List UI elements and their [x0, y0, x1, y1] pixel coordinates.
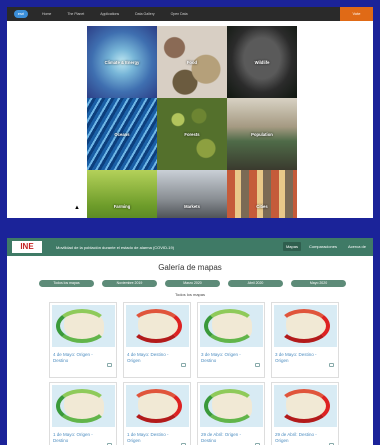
tile-climate-energy[interactable]: Climate & Energy	[87, 26, 157, 98]
map-thumbnail	[52, 305, 115, 347]
flow-arcs-green	[204, 389, 256, 423]
card-label[interactable]: 1 de Mayo: Destino - Origen	[127, 432, 173, 444]
flow-arcs-red	[130, 309, 182, 343]
nav-open-data[interactable]: Open Data	[171, 12, 188, 16]
card-label[interactable]: 4 de Mayo: Destino - Origen	[127, 352, 173, 364]
card-label[interactable]: 3 de Mayo: Origen - Destino	[201, 352, 247, 364]
filter-mayo-2020[interactable]: Mayo 2020	[291, 280, 346, 287]
nav-comparaciones[interactable]: Comparaciones	[306, 242, 340, 251]
tile-label: Wildlife	[254, 59, 270, 65]
gallery-subheading: Todos los mapas	[174, 292, 205, 297]
card-label[interactable]: 1 de Mayo: Origen - Destino	[53, 432, 99, 444]
map-card[interactable]: 29 de Abril: Destino - Origen	[271, 382, 339, 445]
ine-page-screenshot: INE Movilidad de la población durante el…	[7, 238, 373, 445]
nav-applications[interactable]: Applications	[100, 12, 119, 16]
tile-farming[interactable]: Farming	[87, 170, 157, 218]
map-thumbnail	[52, 385, 115, 427]
filter-noviembre-2019[interactable]: Noviembre 2019	[102, 280, 157, 287]
card-label[interactable]: 29 de Abril: Origen - Destino	[201, 432, 247, 444]
tile-label: Forests	[184, 131, 200, 137]
esri-logo[interactable]: esri	[14, 10, 28, 18]
map-card[interactable]: 4 de Mayo: Destino - Origen	[123, 302, 191, 378]
ine-nav: Mapas Comparaciones Acerca de	[282, 242, 369, 251]
map-card[interactable]: 1 de Mayo: Destino - Origen	[123, 382, 191, 445]
ine-header-bar: INE Movilidad de la población durante el…	[7, 238, 373, 256]
flow-arcs-red	[130, 389, 182, 423]
tile-label: Cities	[256, 203, 268, 209]
mouse-cursor-icon: ▲	[74, 205, 80, 211]
topic-tile-grid: Climate & Energy Food Wildlife Oceans Fo…	[87, 26, 297, 218]
tile-cities[interactable]: Cities	[227, 170, 297, 218]
tile-label: Markets	[184, 203, 200, 209]
map-card[interactable]: 3 de Mayo: Destino - Origen	[271, 302, 339, 378]
filter-todos[interactable]: Todos los mapas	[39, 280, 94, 287]
filter-marzo-2020[interactable]: Marzo 2020	[165, 280, 220, 287]
card-label[interactable]: 4 de Mayo: Origen - Destino	[53, 352, 99, 364]
map-card[interactable]: 29 de Abril: Origen - Destino	[197, 382, 265, 445]
map-card[interactable]: 4 de Mayo: Origen - Destino	[49, 302, 117, 378]
gallery-title: Galería de mapas	[158, 263, 222, 272]
map-thumbnail	[200, 385, 263, 427]
nav-home[interactable]: Home	[42, 12, 51, 16]
esri-header-bar: esri Home The Planet Applications Data G…	[7, 7, 373, 21]
ine-logo[interactable]: INE	[12, 241, 42, 253]
calendar-icon	[107, 363, 112, 367]
map-card[interactable]: 1 de Mayo: Origen - Destino	[49, 382, 117, 445]
nav-acerca-de[interactable]: Acerca de	[345, 242, 369, 251]
map-thumbnail	[274, 385, 337, 427]
tile-label: Farming	[113, 203, 131, 209]
map-card[interactable]: 3 de Mayo: Origen - Destino	[197, 302, 265, 378]
flow-arcs-green	[204, 309, 256, 343]
nav-mapas[interactable]: Mapas	[282, 242, 301, 251]
filter-bar: Todos los mapas Noviembre 2019 Marzo 202…	[39, 280, 346, 287]
nav-the-planet[interactable]: The Planet	[67, 12, 84, 16]
tile-wildlife[interactable]: Wildlife	[227, 26, 297, 98]
map-thumbnail	[274, 305, 337, 347]
flow-arcs-red	[278, 389, 330, 423]
calendar-icon	[329, 363, 334, 367]
tile-label: Food	[186, 59, 198, 65]
tile-population[interactable]: Population	[227, 98, 297, 170]
filter-abril-2020[interactable]: Abril 2020	[228, 280, 283, 287]
flow-arcs-green	[56, 389, 108, 423]
tile-label: Oceans	[114, 131, 130, 137]
nav-data-gallery[interactable]: Data Gallery	[135, 12, 154, 16]
esri-page-screenshot: esri Home The Planet Applications Data G…	[7, 7, 373, 218]
tile-label: Climate & Energy	[104, 59, 140, 65]
map-thumbnail	[126, 385, 189, 427]
tile-label: Population	[251, 131, 273, 137]
calendar-icon	[181, 363, 186, 367]
tile-forests[interactable]: Forests	[157, 98, 227, 170]
tile-oceans[interactable]: Oceans	[87, 98, 157, 170]
vote-button[interactable]: Vote	[340, 7, 373, 21]
tile-food[interactable]: Food	[157, 26, 227, 98]
flow-arcs-green	[56, 309, 108, 343]
card-label[interactable]: 3 de Mayo: Destino - Origen	[275, 352, 321, 364]
map-thumbnail	[126, 305, 189, 347]
map-card-grid: 4 de Mayo: Origen - Destino 4 de Mayo: D…	[49, 302, 339, 445]
site-title: Movilidad de la población durante el est…	[56, 244, 175, 250]
tile-markets[interactable]: Markets	[157, 170, 227, 218]
esri-nav: Home The Planet Applications Data Galler…	[42, 12, 188, 16]
flow-arcs-red	[278, 309, 330, 343]
calendar-icon	[255, 363, 260, 367]
map-thumbnail	[200, 305, 263, 347]
card-label[interactable]: 29 de Abril: Destino - Origen	[275, 432, 321, 444]
